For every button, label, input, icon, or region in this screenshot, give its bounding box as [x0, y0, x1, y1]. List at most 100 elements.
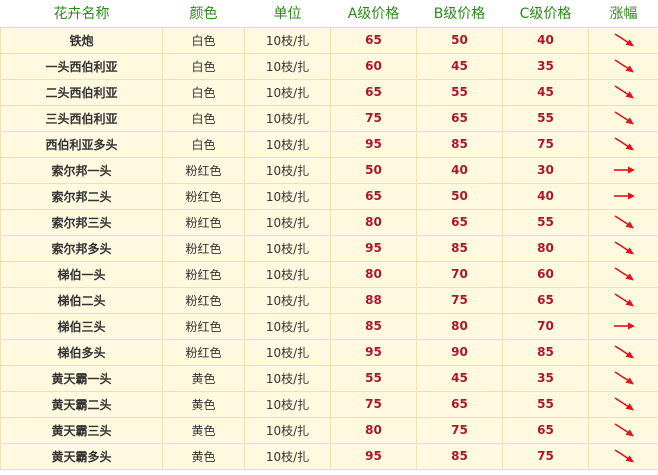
flower-name-cell: 索尔邦一头 — [0, 156, 163, 184]
arrow-right-icon — [611, 163, 637, 177]
arrow-down-right-icon — [611, 345, 637, 359]
price-c-cell: 60 — [502, 260, 589, 288]
color-cell: 黄色 — [162, 416, 245, 444]
price-c-cell: 55 — [502, 104, 589, 132]
flower-name-cell: 梯伯二头 — [0, 286, 163, 314]
price-c-cell: 75 — [502, 130, 589, 158]
table-row: 黄天霸三头 黄色 10枝/扎 80 75 65 — [0, 416, 658, 444]
table-row: 索尔邦二头 粉红色 10枝/扎 65 50 40 — [0, 182, 658, 210]
price-c-cell: 85 — [502, 338, 589, 366]
header-price-b: B级价格 — [416, 0, 503, 28]
arrow-down-right-icon — [611, 449, 637, 463]
color-cell: 粉红色 — [162, 208, 245, 236]
price-c-cell: 70 — [502, 312, 589, 340]
arrow-down-right-icon — [611, 241, 637, 255]
price-a-cell: 65 — [330, 182, 417, 210]
flower-name-cell: 西伯利亚多头 — [0, 130, 163, 158]
color-cell: 粉红色 — [162, 260, 245, 288]
price-c-cell: 65 — [502, 416, 589, 444]
change-cell — [588, 312, 658, 340]
color-cell: 白色 — [162, 52, 245, 80]
unit-cell: 10枝/扎 — [244, 182, 331, 210]
price-a-cell: 60 — [330, 52, 417, 80]
table-row: 索尔邦一头 粉红色 10枝/扎 50 40 30 — [0, 156, 658, 184]
flower-name-cell: 黄天霸二头 — [0, 390, 163, 418]
color-cell: 黄色 — [162, 390, 245, 418]
arrow-down-right-icon — [611, 293, 637, 307]
flower-name-cell: 黄天霸多头 — [0, 442, 163, 470]
price-b-cell: 40 — [416, 156, 503, 184]
color-cell: 粉红色 — [162, 234, 245, 262]
header-change: 涨幅 — [588, 0, 658, 28]
flower-name-cell: 黄天霸一头 — [0, 364, 163, 392]
price-c-cell: 45 — [502, 78, 589, 106]
arrow-right-icon — [611, 319, 637, 333]
change-cell — [588, 364, 658, 392]
arrow-down-right-icon — [611, 59, 637, 73]
price-b-cell: 90 — [416, 338, 503, 366]
price-b-cell: 50 — [416, 182, 503, 210]
price-a-cell: 80 — [330, 260, 417, 288]
price-b-cell: 65 — [416, 390, 503, 418]
color-cell: 粉红色 — [162, 156, 245, 184]
price-b-cell: 70 — [416, 260, 503, 288]
price-b-cell: 50 — [416, 26, 503, 54]
table-row: 黄天霸二头 黄色 10枝/扎 75 65 55 — [0, 390, 658, 418]
unit-cell: 10枝/扎 — [244, 78, 331, 106]
price-a-cell: 75 — [330, 390, 417, 418]
arrow-down-right-icon — [611, 397, 637, 411]
unit-cell: 10枝/扎 — [244, 234, 331, 262]
change-cell — [588, 26, 658, 54]
price-a-cell: 80 — [330, 208, 417, 236]
price-b-cell: 85 — [416, 234, 503, 262]
color-cell: 黄色 — [162, 364, 245, 392]
flower-name-cell: 梯伯三头 — [0, 312, 163, 340]
change-cell — [588, 156, 658, 184]
price-c-cell: 55 — [502, 390, 589, 418]
price-a-cell: 80 — [330, 416, 417, 444]
arrow-right-icon — [611, 189, 637, 203]
change-cell — [588, 338, 658, 366]
price-a-cell: 65 — [330, 78, 417, 106]
arrow-down-right-icon — [611, 267, 637, 281]
flower-name-cell: 索尔邦二头 — [0, 182, 163, 210]
table-body: 铁炮 白色 10枝/扎 65 50 40 一头西伯利亚 白色 10枝/扎 60 45 35 二头西伯利亚… — [0, 26, 658, 470]
flower-name-cell: 三头西伯利亚 — [0, 104, 163, 132]
color-cell: 黄色 — [162, 442, 245, 470]
price-c-cell: 55 — [502, 208, 589, 236]
price-c-cell: 30 — [502, 156, 589, 184]
price-a-cell: 95 — [330, 130, 417, 158]
color-cell: 白色 — [162, 78, 245, 106]
change-cell — [588, 234, 658, 262]
price-b-cell: 85 — [416, 130, 503, 158]
price-b-cell: 75 — [416, 286, 503, 314]
price-c-cell: 65 — [502, 286, 589, 314]
table-row: 三头西伯利亚 白色 10枝/扎 75 65 55 — [0, 104, 658, 132]
header-color: 颜色 — [162, 0, 245, 28]
change-cell — [588, 208, 658, 236]
price-a-cell: 75 — [330, 104, 417, 132]
change-cell — [588, 442, 658, 470]
change-cell — [588, 286, 658, 314]
table-row: 黄天霸一头 黄色 10枝/扎 55 45 35 — [0, 364, 658, 392]
flower-name-cell: 二头西伯利亚 — [0, 78, 163, 106]
color-cell: 粉红色 — [162, 338, 245, 366]
unit-cell: 10枝/扎 — [244, 130, 331, 158]
price-b-cell: 80 — [416, 312, 503, 340]
price-b-cell: 85 — [416, 442, 503, 470]
price-c-cell: 35 — [502, 52, 589, 80]
flower-name-cell: 索尔邦三头 — [0, 208, 163, 236]
price-a-cell: 95 — [330, 338, 417, 366]
unit-cell: 10枝/扎 — [244, 390, 331, 418]
unit-cell: 10枝/扎 — [244, 26, 331, 54]
arrow-down-right-icon — [611, 33, 637, 47]
flower-name-cell: 梯伯一头 — [0, 260, 163, 288]
unit-cell: 10枝/扎 — [244, 442, 331, 470]
color-cell: 粉红色 — [162, 312, 245, 340]
table-row: 一头西伯利亚 白色 10枝/扎 60 45 35 — [0, 52, 658, 80]
unit-cell: 10枝/扎 — [244, 260, 331, 288]
change-cell — [588, 390, 658, 418]
table-row: 索尔邦三头 粉红色 10枝/扎 80 65 55 — [0, 208, 658, 236]
table-header: 花卉名称 颜色 单位 A级价格 B级价格 C级价格 涨幅 — [0, 0, 658, 28]
flower-name-cell: 铁炮 — [0, 26, 163, 54]
